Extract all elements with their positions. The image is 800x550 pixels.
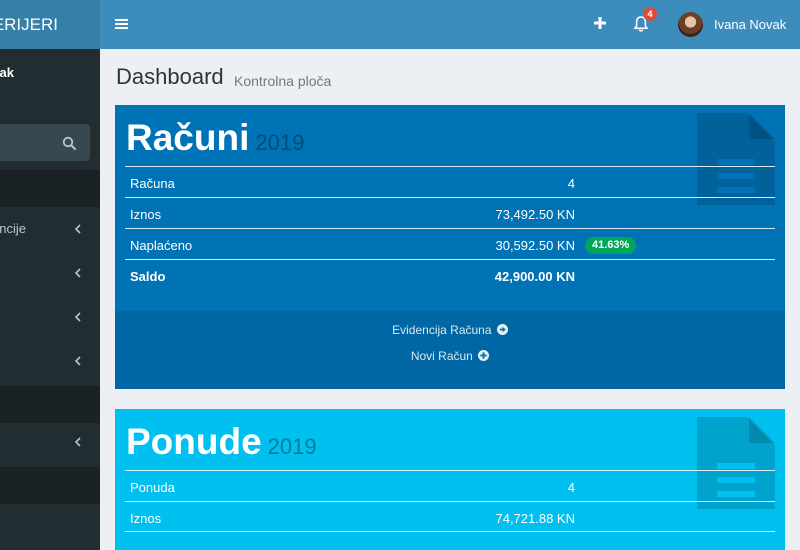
sidebar-item-4[interactable] bbox=[0, 340, 100, 384]
row-label: Iznos bbox=[130, 207, 162, 222]
sidebar-item-3[interactable] bbox=[0, 296, 100, 340]
sidebar-section-header bbox=[0, 386, 100, 423]
search-icon[interactable] bbox=[62, 136, 76, 150]
chevron-left-icon bbox=[74, 437, 81, 447]
link-label: Novi Račun bbox=[410, 349, 473, 363]
sidebar-item-1[interactable]: encije bbox=[0, 208, 100, 252]
top-navbar: 4 Ivana Novak bbox=[100, 0, 800, 49]
racuni-title: Računi 2019 bbox=[126, 117, 304, 159]
row-label: Računa bbox=[130, 176, 175, 191]
sidebar: ERIJERI ak encije bbox=[0, 0, 100, 550]
chevron-left-icon bbox=[74, 268, 81, 278]
sidebar-user-name: ak bbox=[0, 65, 14, 80]
racuni-title-text: Računi bbox=[126, 117, 250, 158]
evidencija-racuna-link[interactable]: Evidencija Računa bbox=[115, 323, 785, 337]
sidebar-user-panel: ak bbox=[0, 49, 100, 110]
novi-racun-link[interactable]: Novi Račun bbox=[115, 349, 785, 363]
sidebar-item-2[interactable] bbox=[0, 252, 100, 296]
row-value: 4 bbox=[567, 176, 575, 191]
row-label: Saldo bbox=[130, 269, 166, 284]
topbar-user-name[interactable]: Ivana Novak bbox=[714, 17, 786, 32]
table-row: Saldo 42,900.00 KN bbox=[125, 259, 775, 290]
row-value: 42,900.00 KN bbox=[494, 269, 575, 284]
plus-circle-icon bbox=[478, 350, 490, 361]
arrow-circle-right-icon bbox=[496, 324, 508, 335]
racuni-year: 2019 bbox=[255, 130, 305, 155]
app-logo[interactable]: ERIJERI bbox=[0, 0, 100, 49]
sidebar-item-5[interactable] bbox=[0, 421, 100, 465]
avatar[interactable] bbox=[678, 12, 703, 37]
table-row: Iznos 74,721.88 KN bbox=[125, 501, 775, 532]
table-row: Računa 4 bbox=[125, 166, 775, 197]
row-value: 73,492.50 KN bbox=[495, 207, 575, 222]
row-label: Iznos bbox=[130, 511, 162, 526]
app-logo-text: ERIJERI bbox=[0, 15, 58, 34]
racuni-box: Računi 2019 Računa 4 Iznos 73,492.50 KN N… bbox=[115, 105, 785, 389]
table-row: Iznos 73,492.50 KN bbox=[125, 197, 775, 228]
table-row: Ponuda 4 bbox=[125, 470, 775, 501]
ponude-title: Ponude 2019 bbox=[126, 421, 317, 463]
paid-percent-badge: 41.63% bbox=[585, 237, 637, 254]
sidebar-item-label: encije bbox=[0, 221, 26, 236]
row-value: 74,721.88 KN bbox=[495, 511, 575, 526]
sidebar-search-input[interactable] bbox=[0, 124, 90, 161]
chevron-left-icon bbox=[74, 356, 81, 366]
row-value: 30,592.50 KN bbox=[495, 238, 575, 253]
notification-count-badge: 4 bbox=[643, 7, 657, 21]
row-value: 4 bbox=[567, 480, 575, 495]
link-label: Evidencija Računa bbox=[392, 323, 492, 337]
ponude-title-text: Ponude bbox=[126, 421, 262, 462]
row-label: Ponuda bbox=[130, 480, 175, 495]
sidebar-section-header bbox=[0, 467, 100, 504]
page-title: Dashboard bbox=[116, 64, 224, 89]
page-subtitle: Kontrolna ploča bbox=[234, 73, 332, 89]
table-row: Naplaćeno 30,592.50 KN 41.63% bbox=[125, 228, 775, 259]
row-label: Naplaćeno bbox=[130, 238, 193, 253]
chevron-left-icon bbox=[74, 312, 81, 322]
ponude-box: Ponude 2019 Ponuda 4 Iznos 74,721.88 KN bbox=[115, 409, 785, 550]
racuni-footer: Evidencija Računa Novi Račun bbox=[115, 311, 785, 389]
chevron-left-icon bbox=[74, 224, 81, 234]
sidebar-section-header bbox=[0, 170, 100, 207]
menu-toggle-icon[interactable] bbox=[115, 17, 128, 31]
ponude-year: 2019 bbox=[267, 434, 317, 459]
add-icon[interactable] bbox=[593, 16, 607, 30]
